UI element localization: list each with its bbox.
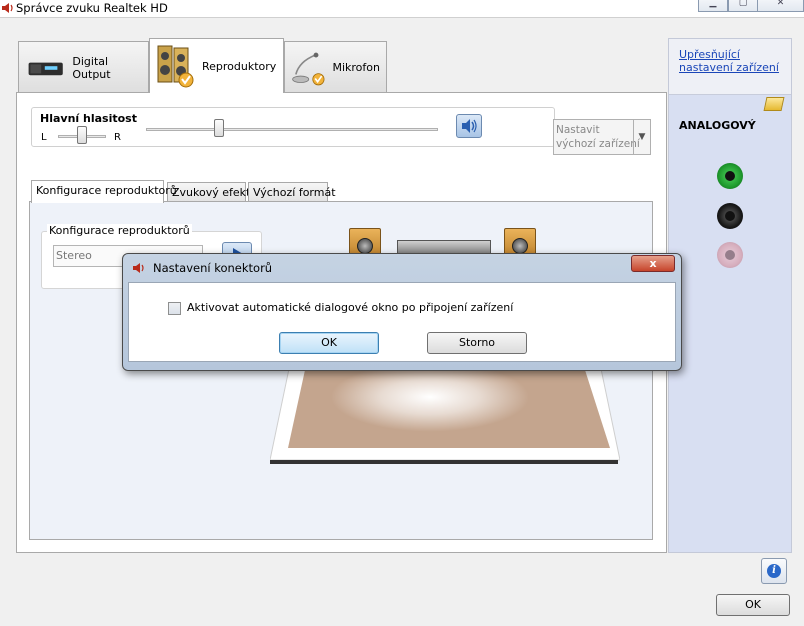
folder-icon[interactable] — [763, 97, 785, 111]
tab-default-format[interactable]: Výchozí formát — [248, 182, 336, 202]
close-icon: x — [649, 257, 657, 270]
window-title: Správce zvuku Realtek HD — [16, 1, 168, 15]
set-default-device-dropdown[interactable]: Nastavit výchozí zařízení ▼ — [553, 119, 651, 155]
auto-popup-checkbox-label[interactable]: Aktivovat automatické dialogové okno po … — [187, 301, 513, 314]
dropdown-arrow-icon: ▼ — [633, 120, 650, 154]
tab-speaker-config[interactable]: Konfigurace reproduktorů — [31, 180, 177, 203]
dialog-close-button[interactable]: x — [631, 255, 675, 272]
minimize-icon: ▁ — [709, 0, 717, 8]
room-base — [270, 460, 618, 464]
balance-left-label: L — [41, 132, 47, 143]
speakers-icon — [157, 45, 194, 88]
tab-label: Konfigurace reproduktorů — [36, 184, 177, 197]
speaker-config-group-label: Konfigurace reproduktorů — [47, 224, 192, 237]
speaker-icon — [133, 263, 144, 273]
maximize-icon: ▢ — [738, 0, 748, 8]
balance-slider-thumb[interactable] — [77, 126, 87, 144]
speaker-icon — [2, 3, 13, 13]
maximize-button[interactable]: ▢ — [728, 0, 758, 12]
speaker-config-selected: Stereo — [56, 249, 92, 262]
advanced-settings-link-line2: nastavení zařízení — [679, 61, 779, 74]
analog-section-label: ANALOGOVÝ — [679, 119, 756, 132]
window-controls: ▁ ▢ ✕ — [698, 0, 804, 14]
pink-jack-icon[interactable] — [717, 242, 743, 268]
master-volume-slider-track[interactable] — [146, 128, 438, 131]
tab-sound-effect[interactable]: Zvukový efekt — [167, 182, 250, 202]
info-button[interactable]: i — [761, 558, 787, 584]
close-button[interactable]: ✕ — [758, 0, 804, 12]
tab-label: Reproduktory — [202, 59, 277, 73]
advanced-settings-area: Upřesňující nastavení zařízení — [669, 39, 791, 95]
tab-label: Zvukový efekt — [172, 186, 251, 199]
dialog-ok-button[interactable]: OK — [279, 332, 379, 354]
info-icon: i — [767, 564, 781, 578]
digital-output-device-icon — [28, 62, 63, 75]
dialog-cancel-button[interactable]: Storno — [427, 332, 527, 354]
advanced-settings-link[interactable]: Upřesňující nastavení zařízení — [679, 48, 779, 74]
close-icon: ✕ — [776, 0, 785, 8]
ok-button[interactable]: OK — [716, 594, 790, 616]
black-jack-icon[interactable] — [717, 203, 743, 229]
dialog-body: Aktivovat automatické dialogové okno po … — [128, 282, 676, 362]
tab-label: Digital Output — [72, 54, 111, 81]
auto-popup-checkbox[interactable] — [168, 302, 181, 315]
advanced-settings-link-line1: Upřesňující — [679, 48, 740, 61]
title-bar: Správce zvuku Realtek HD ▁ ▢ ✕ — [0, 0, 804, 17]
room-glow — [330, 362, 530, 432]
microphone-icon — [292, 52, 325, 85]
tab-digital-output[interactable]: Digital Output — [18, 41, 149, 93]
device-advanced-panel: Upřesňující nastavení zařízení ANALOGOVÝ — [668, 38, 792, 553]
volume-icon — [462, 119, 477, 133]
master-volume-title: Hlavní hlasitost — [40, 112, 137, 125]
master-volume-group: Hlavní hlasitost L R — [31, 107, 555, 147]
mute-button[interactable] — [456, 114, 482, 138]
balance-right-label: R — [114, 132, 121, 143]
dialog-title: Nastavení konektorů — [153, 261, 273, 275]
tab-reproduktory[interactable]: Reproduktory — [149, 38, 284, 93]
tab-label: Mikrofon — [332, 61, 380, 74]
green-jack-icon[interactable] — [717, 163, 743, 189]
minimize-button[interactable]: ▁ — [698, 0, 728, 12]
tab-label: Výchozí formát — [253, 186, 336, 199]
tab-mikrofon[interactable]: Mikrofon — [284, 41, 387, 93]
connector-settings-dialog: Nastavení konektorů x Aktivovat automati… — [122, 253, 682, 371]
master-volume-slider-thumb[interactable] — [214, 119, 224, 137]
